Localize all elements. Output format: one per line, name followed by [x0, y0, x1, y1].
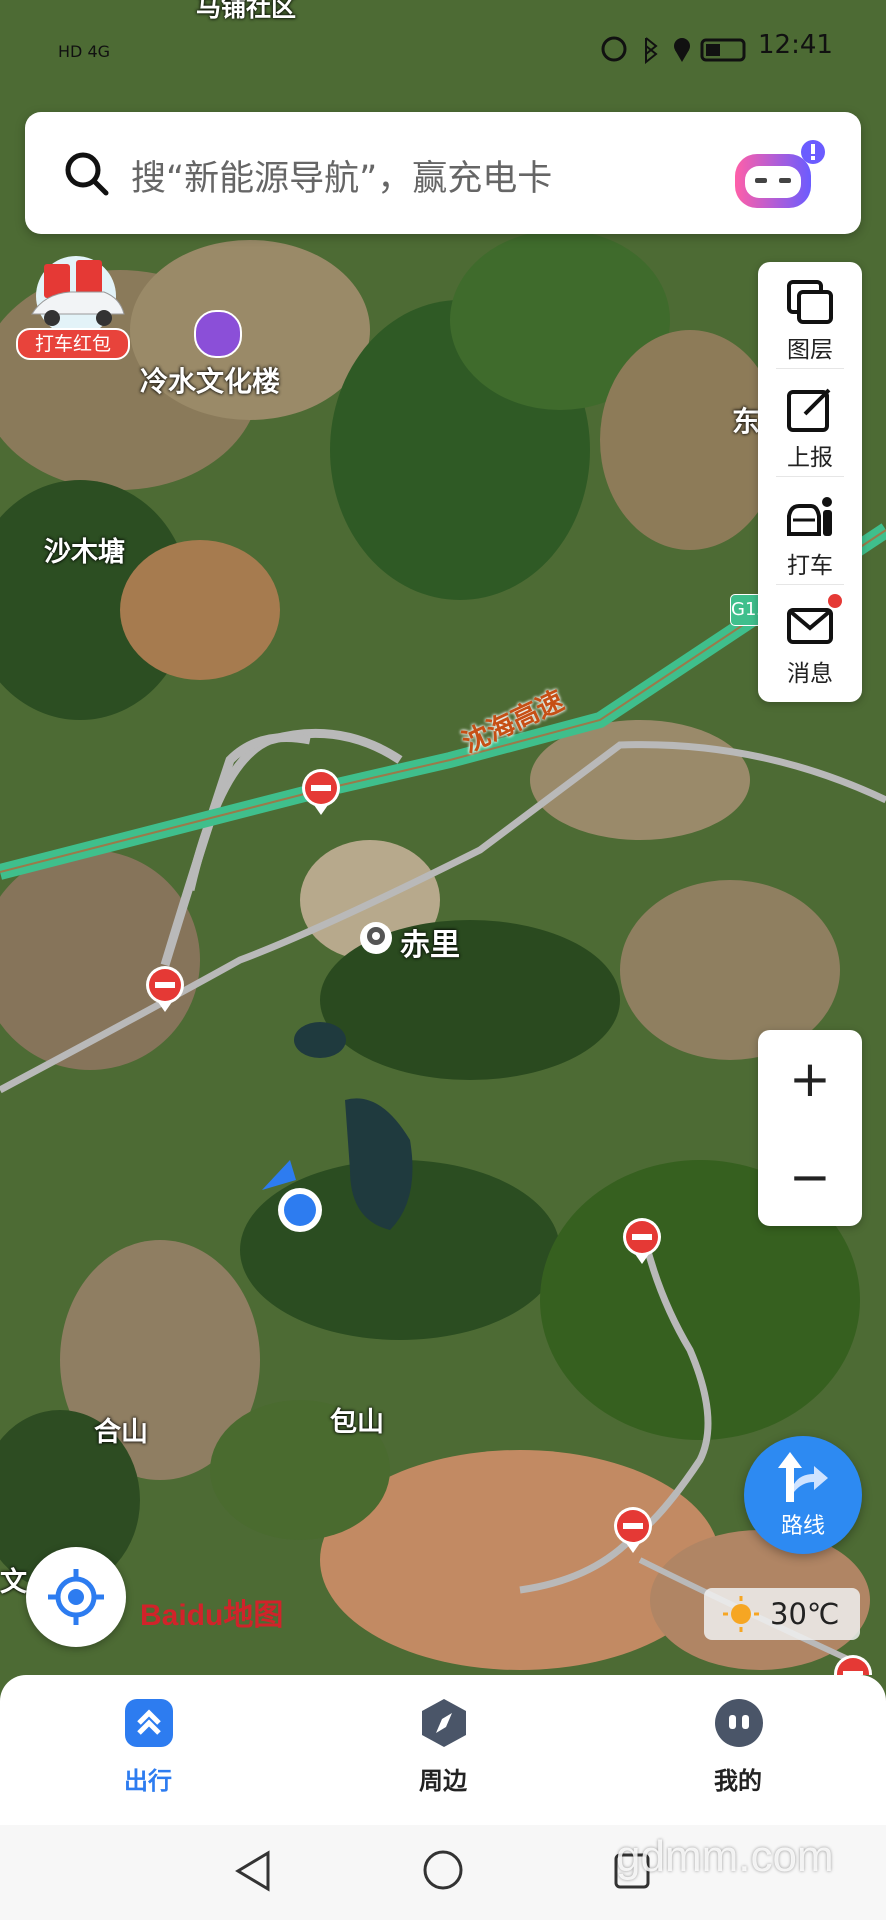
trip-icon	[125, 1699, 173, 1747]
map-label-heshan[interactable]: 合山	[94, 1410, 148, 1449]
map-label-shamutang[interactable]: 沙木塘	[44, 530, 125, 569]
map-toolbar: 图层 上报 打车 消息	[758, 262, 862, 702]
search-input[interactable]: 搜“新能源导航”，赢充电卡	[131, 150, 552, 201]
taxi-label: 打车	[787, 553, 833, 579]
no-entry-marker[interactable]	[612, 1505, 654, 1555]
status-icons	[601, 36, 746, 64]
report-button[interactable]: 上报	[758, 370, 862, 478]
no-entry-marker[interactable]	[832, 1653, 874, 1675]
map-label-dong[interactable]: 东	[732, 400, 760, 440]
map-label-chili[interactable]: 赤里	[400, 920, 460, 964]
layers-icon	[787, 280, 833, 324]
watermark: gdmm.com	[616, 1832, 834, 1881]
map-label-lengshui[interactable]: 冷水文化楼	[140, 360, 280, 400]
home-icon[interactable]	[422, 1849, 464, 1891]
search-bar[interactable]: 搜“新能源导航”，赢充电卡	[25, 112, 861, 234]
weather-widget[interactable]: 30℃	[704, 1588, 860, 1640]
layers-label: 图层	[787, 337, 833, 363]
poi-icon[interactable]	[194, 310, 242, 358]
route-label: 路线	[780, 1514, 825, 1539]
tab-mine[interactable]: 我的	[658, 1697, 818, 1807]
temperature: 30℃	[770, 1597, 840, 1631]
profile-face-icon	[715, 1699, 763, 1747]
taxi-redpacket-promo[interactable]: 打车红包	[14, 248, 132, 362]
no-entry-marker[interactable]	[621, 1216, 663, 1266]
tab-nearby-label: 周边	[419, 1767, 467, 1795]
network-indicator: HD 4G	[58, 42, 111, 61]
status-bar: HD 4G 12:41	[0, 0, 886, 100]
messages-button[interactable]: 消息	[758, 586, 862, 694]
tab-trip-label: 出行	[124, 1767, 172, 1795]
locate-button[interactable]	[26, 1547, 126, 1647]
taxi-button[interactable]: 打车	[758, 478, 862, 586]
crosshair-icon	[48, 1569, 104, 1625]
clock: 12:41	[758, 30, 833, 60]
route-button[interactable]: 路线	[744, 1436, 862, 1554]
notification-dot	[828, 594, 842, 608]
zoom-in-button[interactable]: +	[758, 1030, 862, 1128]
map-label-wen[interactable]: 文	[0, 1560, 27, 1599]
tab-mine-label: 我的	[714, 1767, 762, 1795]
redpacket-label: 打车红包	[16, 328, 130, 360]
edit-report-icon	[787, 388, 831, 432]
car-promo-icon	[31, 256, 125, 334]
zoom-out-button[interactable]: −	[758, 1128, 862, 1226]
sun-icon	[723, 1596, 759, 1632]
report-label: 上报	[787, 445, 833, 471]
mail-icon	[787, 608, 833, 644]
no-entry-marker[interactable]	[144, 964, 186, 1014]
messages-label: 消息	[787, 661, 833, 687]
search-icon	[65, 152, 109, 196]
baidu-map-logo: Baidu地图	[140, 1599, 284, 1632]
map-label-baoshan[interactable]: 包山	[330, 1400, 384, 1439]
tab-nearby[interactable]: 周边	[363, 1697, 523, 1807]
back-icon[interactable]	[234, 1849, 274, 1893]
tab-trip[interactable]: 出行	[68, 1697, 228, 1807]
compass-icon	[422, 1699, 466, 1747]
place-pin-icon	[360, 922, 392, 954]
route-arrow-icon	[778, 1452, 828, 1502]
layers-button[interactable]: 图层	[758, 262, 862, 370]
taxi-person-icon	[787, 497, 832, 536]
no-entry-marker[interactable]	[300, 767, 342, 817]
zoom-controls: + −	[758, 1030, 862, 1226]
assistant-robot-icon[interactable]	[731, 138, 827, 214]
bottom-navigation: 出行 周边 我的	[0, 1675, 886, 1825]
